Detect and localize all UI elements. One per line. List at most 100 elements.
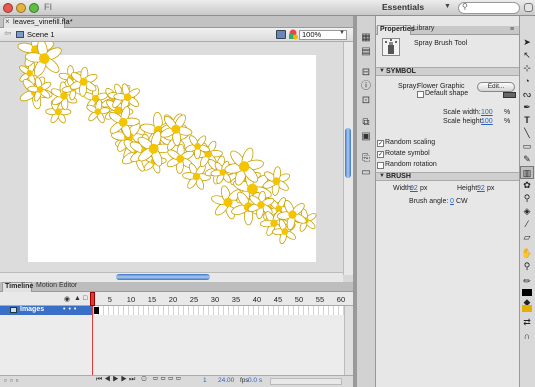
align-panel-icon[interactable]: ⊟ (359, 66, 373, 80)
stage-vertical-scroll-thumb[interactable] (345, 128, 351, 178)
actions-panel-icon[interactable]: ⎘ (359, 152, 373, 166)
frame-number[interactable]: 45 (274, 295, 282, 304)
frame-number[interactable]: 35 (232, 295, 240, 304)
scale-height-field[interactable]: 100 (481, 118, 493, 125)
swap-colors-icon[interactable]: ⇄ (520, 316, 534, 329)
symbol-section-header[interactable]: ▼ SYMBOL (376, 67, 519, 76)
eye-icon[interactable]: ◉ (64, 295, 70, 303)
brush-angle-field[interactable]: 0 (450, 198, 454, 205)
zoom-window-button[interactable] (29, 3, 39, 13)
swatches-panel-icon[interactable]: ▤ (359, 45, 373, 59)
frame-number[interactable]: 15 (148, 295, 156, 304)
selection-tool-icon[interactable]: ➤ (520, 36, 534, 49)
scale-width-field[interactable]: 100 (481, 109, 493, 116)
random-rotation-label: Random rotation (385, 161, 437, 168)
frame-number[interactable]: 5 (108, 295, 112, 304)
subselection-tool-icon[interactable]: ↖ (520, 49, 534, 62)
timeline-vertical-scrollbar[interactable] (344, 306, 353, 375)
tab-library[interactable]: Library (412, 25, 436, 35)
outline-icon[interactable]: □ (83, 295, 87, 302)
px-unit: px (420, 185, 428, 192)
current-frame-readout: 1 (203, 377, 207, 384)
tab-motion-editor-label: Motion Editor (36, 282, 78, 289)
paint-bucket-tool-icon[interactable]: ◈ (520, 205, 534, 218)
transform-panel-icon[interactable]: ⊡ (359, 94, 373, 108)
frame-number[interactable]: 30 (211, 295, 219, 304)
playback-controls[interactable]: ⏮◀▶▶⏭ ⊙ ▭▭▭▭ (96, 376, 183, 384)
random-scaling-checkbox[interactable]: ✓ (377, 140, 384, 147)
default-shape-checkbox[interactable] (417, 91, 424, 98)
minimize-window-button[interactable] (16, 3, 26, 13)
timeline-body[interactable] (0, 315, 353, 375)
tab-library-label: Library (413, 25, 435, 32)
pencil-tool-icon[interactable]: ✎ (520, 153, 534, 166)
brush-width-field[interactable]: 92 (410, 185, 418, 192)
frame-number[interactable]: 60 (337, 295, 345, 304)
hand-tool-icon[interactable]: ✋ (520, 247, 534, 260)
text-tool-icon[interactable]: T (520, 114, 534, 127)
pen-tool-icon[interactable]: ✒ (520, 101, 534, 114)
spray-color-swatch[interactable] (503, 92, 516, 98)
tab-timeline[interactable]: Timeline (2, 282, 33, 292)
code-snippets-icon[interactable]: ⧉ (359, 116, 373, 130)
rotate-symbol-checkbox[interactable]: ✓ (377, 151, 384, 158)
stroke-color-icon[interactable]: ✏ (520, 275, 534, 288)
rectangle-tool-icon[interactable]: ▭ (520, 140, 534, 153)
workspace-switcher[interactable]: Essentials (382, 2, 444, 14)
stroke-color-swatch[interactable] (522, 289, 532, 296)
info-panel-icon[interactable]: ⓘ (359, 80, 373, 94)
chevron-down-icon[interactable]: ▼ (444, 3, 451, 10)
close-window-button[interactable] (3, 3, 13, 13)
snap-magnet-icon[interactable]: ∩ (520, 330, 534, 343)
eyedropper-tool-icon[interactable]: ⁄ (520, 218, 534, 231)
bone-tool-icon[interactable]: ⚲ (520, 192, 534, 205)
random-rotation-checkbox[interactable] (377, 162, 384, 169)
fps-readout[interactable]: 24.00 (218, 377, 234, 384)
layer-state-dots[interactable]: ••• (63, 306, 79, 313)
lasso-tool-icon[interactable]: ᔓ (520, 88, 534, 101)
layer-buttons[interactable]: ▫▫▫ (4, 376, 22, 385)
playhead[interactable] (90, 292, 95, 306)
toolbar-toggle-button[interactable] (524, 3, 533, 12)
search-icon: ⚲ (462, 2, 468, 11)
back-arrow-icon[interactable]: ⇦ (4, 28, 12, 39)
edit-symbols-icon[interactable] (288, 29, 298, 40)
zoom-tool-icon[interactable]: ⚲ (520, 260, 534, 273)
frame-number[interactable]: 50 (295, 295, 303, 304)
scene-breadcrumb[interactable]: Scene 1 (27, 30, 55, 39)
keyframe[interactable] (94, 307, 99, 314)
eraser-tool-icon[interactable]: ▱ (520, 231, 534, 244)
3d-rotation-tool-icon[interactable]: ◔ (520, 75, 534, 88)
motion-presets-icon[interactable]: ▭ (359, 166, 373, 180)
spray-brush-tool-icon[interactable]: ▥ (520, 166, 534, 179)
frame-number[interactable]: 40 (253, 295, 261, 304)
frame-number[interactable]: 55 (316, 295, 324, 304)
spray-flower-artwork[interactable] (0, 42, 343, 275)
brush-height-field[interactable]: 92 (477, 185, 485, 192)
close-icon[interactable]: × (5, 17, 10, 26)
tab-properties-label: Properties (380, 26, 415, 33)
deco-tool-icon[interactable]: ✿ (520, 179, 534, 192)
frame-number[interactable]: 20 (169, 295, 177, 304)
edit-symbol-button[interactable]: Edit... (477, 82, 515, 92)
timeline-horizontal-scrollbar[interactable] (270, 378, 342, 385)
free-transform-tool-icon[interactable]: ⊹ (520, 62, 534, 75)
frame-number[interactable]: 10 (127, 295, 135, 304)
edit-button-label: Edit... (487, 83, 505, 90)
line-tool-icon[interactable]: ╲ (520, 127, 534, 140)
brush-section-header[interactable]: ▼ BRUSH (376, 172, 519, 181)
panel-menu-icon[interactable]: ≡ (510, 26, 514, 33)
lock-icon[interactable]: ▲ (74, 295, 81, 302)
frames-row[interactable] (94, 306, 344, 315)
edit-scene-icon[interactable] (276, 30, 286, 39)
layer-name[interactable]: Images (20, 306, 44, 313)
tab-properties[interactable]: Properties (377, 25, 415, 35)
chevron-down-icon[interactable]: ▼ (339, 30, 345, 36)
frame-number[interactable]: 25 (190, 295, 198, 304)
tool-name: Spray Brush Tool (414, 40, 468, 47)
stage-horizontal-scroll-thumb[interactable] (116, 274, 210, 280)
fill-color-swatch[interactable] (522, 305, 532, 312)
color-panel-icon[interactable]: ▦ (359, 31, 373, 45)
components-panel-icon[interactable]: ▣ (359, 130, 373, 144)
tab-motion-editor[interactable]: Motion Editor (33, 282, 88, 292)
